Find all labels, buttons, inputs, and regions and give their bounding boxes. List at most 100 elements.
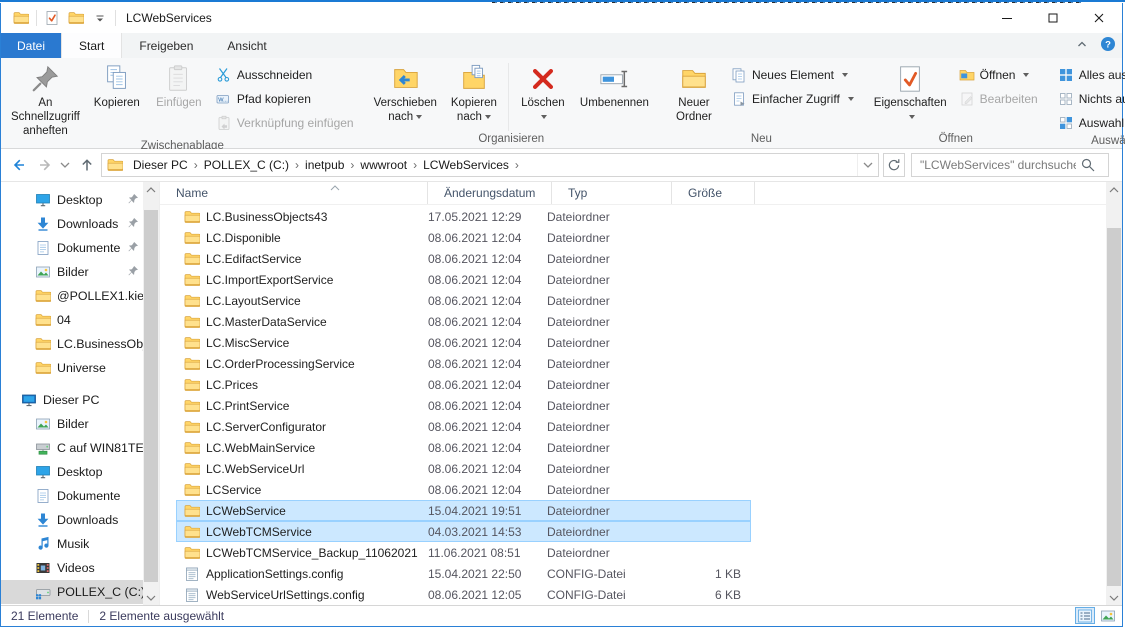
- einfügen-button[interactable]: Einfügen: [148, 61, 210, 113]
- tab-datei[interactable]: Datei: [1, 33, 61, 58]
- search-input[interactable]: [912, 158, 1080, 172]
- forward-button[interactable]: [33, 153, 57, 177]
- sidebar-item-bilder[interactable]: Bilder: [1, 412, 143, 436]
- column-header-typ[interactable]: Typ: [552, 182, 672, 204]
- up-button[interactable]: [75, 153, 99, 177]
- ribbon-corner-buttons: ?: [1074, 33, 1116, 58]
- sidebar-item-dieser-pc[interactable]: Dieser PC: [1, 388, 143, 412]
- qat-button-properties-qat[interactable]: [41, 7, 63, 29]
- scroll-down-icon[interactable]: [143, 590, 159, 605]
- sidebar-item--pollex1-kiese[interactable]: @POLLEX1.kiese: [1, 284, 143, 308]
- breadcrumb-segment-wwwroot[interactable]: wwwroot: [354, 158, 413, 172]
- umbenennen-button[interactable]: Umbenennen: [574, 61, 655, 113]
- auswahl-umkehren-button[interactable]: Auswahl umkehren: [1054, 111, 1125, 135]
- sidebar-item-musik[interactable]: Musik: [1, 532, 143, 556]
- column-header-größe[interactable]: Größe: [672, 182, 755, 204]
- nichts-auswählen-button[interactable]: Nichts auswählen: [1054, 87, 1125, 111]
- qat-button-new-folder-qat[interactable]: [65, 7, 87, 29]
- alles-auswählen-button[interactable]: Alles auswählen: [1054, 63, 1125, 87]
- file-row-lc-layoutservice[interactable]: LC.LayoutService08.06.2021 12:04Dateiord…: [160, 290, 1106, 311]
- breadcrumb-segment-dieser-pc[interactable]: Dieser PC: [127, 158, 194, 172]
- sidebar-item-desktop[interactable]: Desktop: [1, 460, 143, 484]
- minimize-button[interactable]: [984, 3, 1030, 33]
- breadcrumb-segment-inetpub[interactable]: inetpub: [299, 158, 350, 172]
- address-bar[interactable]: Dieser PC›POLLEX_C (C:)›inetpub›wwwroot›…: [101, 153, 879, 177]
- filelist-scrollbar[interactable]: [1106, 182, 1122, 605]
- button-label: anheften: [23, 125, 68, 139]
- sidebar-item-pollex-c-c-[interactable]: POLLEX_C (C:): [1, 580, 143, 604]
- scroll-up-icon[interactable]: [1106, 182, 1122, 197]
- file-row-lc-webserviceurl[interactable]: LC.WebServiceUrl08.06.2021 12:04Dateiord…: [160, 458, 1106, 479]
- breadcrumb-segment-lcwebservices[interactable]: LCWebServices: [417, 158, 515, 172]
- kopieren-button[interactable]: Kopieren: [86, 61, 148, 113]
- kopieren-nach-button[interactable]: Kopierennach: [443, 61, 505, 127]
- refresh-button[interactable]: [883, 153, 905, 177]
- maximize-button[interactable]: [1030, 3, 1076, 33]
- file-row-lc-businessobjects43[interactable]: LC.BusinessObjects4317.05.2021 12:29Date…: [160, 206, 1106, 227]
- sidebar-scrollbar[interactable]: [143, 182, 159, 605]
- tab-start[interactable]: Start: [61, 33, 122, 58]
- bearbeiten-button[interactable]: Bearbeiten: [955, 87, 1042, 111]
- verknüpfung-einfügen-button[interactable]: Verknüpfung einfügen: [212, 111, 358, 135]
- help-button[interactable]: ?: [1100, 36, 1116, 55]
- file-name: LC.ImportExportService: [206, 273, 333, 287]
- löschen-button[interactable]: Löschen: [512, 61, 574, 127]
- recent-locations-button[interactable]: [57, 153, 73, 177]
- details-view-button[interactable]: [1075, 607, 1095, 624]
- file-row-lc-miscservice[interactable]: LC.MiscService08.06.2021 12:04Dateiordne…: [160, 332, 1106, 353]
- file-row-lc-orderprocessingservice[interactable]: LC.OrderProcessingService08.06.2021 12:0…: [160, 353, 1106, 374]
- tab-ansicht[interactable]: Ansicht: [210, 33, 283, 58]
- qat-button-qat-dropdown[interactable]: [89, 7, 111, 29]
- file-row-lcservice[interactable]: LCService08.06.2021 12:04Dateiordner: [160, 479, 1106, 500]
- sidebar-item-dokumente[interactable]: Dokumente: [1, 236, 143, 260]
- sidebar-item-dokumente[interactable]: Dokumente: [1, 484, 143, 508]
- sidebar-item-universe[interactable]: Universe: [1, 356, 143, 380]
- file-row-lcwebtcmservice-backup-11062021[interactable]: LCWebTCMService_Backup_1106202111.06.202…: [160, 542, 1106, 563]
- thumbnail-view-button[interactable]: [1098, 607, 1118, 624]
- file-row-lc-disponible[interactable]: LC.Disponible08.06.2021 12:04Dateiordner: [160, 227, 1106, 248]
- file-row-lc-edifactservice[interactable]: LC.EdifactService08.06.2021 12:04Dateior…: [160, 248, 1106, 269]
- back-button[interactable]: [7, 153, 31, 177]
- öffnen-button[interactable]: Öffnen: [955, 63, 1042, 87]
- file-name: LC.BusinessObjects43: [206, 210, 327, 224]
- file-row-lc-masterdataservice[interactable]: LC.MasterDataService08.06.2021 12:04Date…: [160, 311, 1106, 332]
- filelist-scrollbar-thumb[interactable]: [1107, 228, 1121, 586]
- verschieben-nach-button[interactable]: Verschiebennach: [368, 61, 443, 127]
- sidebar-item-desktop[interactable]: Desktop: [1, 188, 143, 212]
- file-row-lc-printservice[interactable]: LC.PrintService08.06.2021 12:04Dateiordn…: [160, 395, 1106, 416]
- eigenschaften-button[interactable]: Eigenschaften: [868, 61, 953, 127]
- an-schnellzugriff-anheften-button[interactable]: An Schnellzugriffanheften: [5, 61, 86, 140]
- file-row-lc-importexportservice[interactable]: LC.ImportExportService08.06.2021 12:04Da…: [160, 269, 1106, 290]
- file-row-webserviceurlsettings-config[interactable]: WebServiceUrlSettings.config08.06.2021 1…: [160, 584, 1106, 605]
- address-dropdown-button[interactable]: [857, 154, 878, 176]
- file-row-applicationsettings-config[interactable]: ApplicationSettings.config15.04.2021 22:…: [160, 563, 1106, 584]
- sidebar-item-bilder[interactable]: Bilder: [1, 260, 143, 284]
- neuer-ordner-button[interactable]: NeuerOrdner: [663, 61, 725, 127]
- tab-freigeben[interactable]: Freigeben: [122, 33, 210, 58]
- close-button[interactable]: [1076, 3, 1122, 33]
- breadcrumb-segment-pollex-c-c-[interactable]: POLLEX_C (C:): [198, 158, 295, 172]
- file-row-lcwebtcmservice[interactable]: LCWebTCMService04.03.2021 14:53Dateiordn…: [160, 521, 1106, 542]
- scroll-down-icon[interactable]: [1106, 590, 1122, 605]
- file-row-lc-prices[interactable]: LC.Prices08.06.2021 12:04Dateiordner: [160, 374, 1106, 395]
- file-row-lc-serverconfigurator[interactable]: LC.ServerConfigurator08.06.2021 12:04Dat…: [160, 416, 1106, 437]
- file-row-lcwebservice[interactable]: LCWebService15.04.2021 19:51Dateiordner: [160, 500, 1106, 521]
- ribbon-collapse-button[interactable]: [1074, 36, 1090, 55]
- sidebar-item-downloads[interactable]: Downloads: [1, 212, 143, 236]
- qat-button-app-folder[interactable]: [10, 7, 32, 29]
- file-type-cell: Dateiordner: [547, 399, 681, 413]
- sidebar-item-lc-businessobje[interactable]: LC.BusinessObje: [1, 332, 143, 356]
- scroll-up-icon[interactable]: [143, 182, 159, 197]
- file-row-lc-webmainservice[interactable]: LC.WebMainService08.06.2021 12:04Dateior…: [160, 437, 1106, 458]
- column-header-änderungsdatum[interactable]: Änderungsdatum: [428, 182, 552, 204]
- ausschneiden-button[interactable]: Ausschneiden: [212, 63, 358, 87]
- sidebar-item-c-auf-win81tes[interactable]: C auf WIN81TES: [1, 436, 143, 460]
- sidebar-scrollbar-thumb[interactable]: [144, 210, 158, 582]
- sidebar-item-videos[interactable]: Videos: [1, 556, 143, 580]
- einfacher-zugriff-button[interactable]: Einfacher Zugriff: [727, 87, 858, 111]
- sidebar-item-downloads[interactable]: Downloads: [1, 508, 143, 532]
- pfad-kopieren-button[interactable]: W...Pfad kopieren: [212, 87, 358, 111]
- neues-element-button[interactable]: Neues Element: [727, 63, 858, 87]
- column-header-name[interactable]: Name: [160, 182, 428, 204]
- sidebar-item-04[interactable]: 04: [1, 308, 143, 332]
